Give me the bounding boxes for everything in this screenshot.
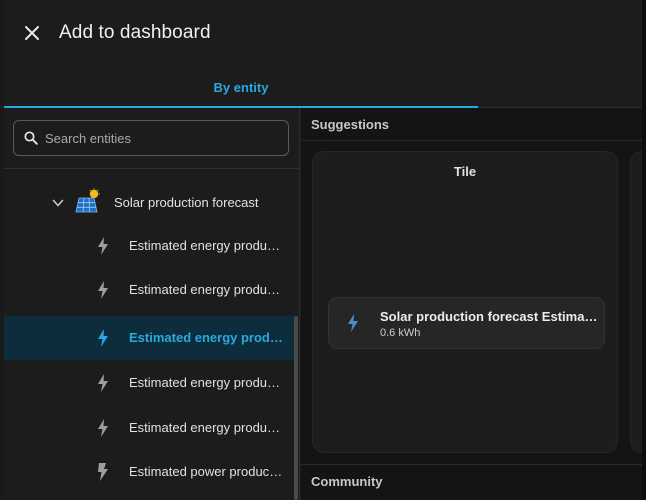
chevron-down-icon[interactable] — [51, 196, 65, 210]
search-input[interactable] — [45, 130, 275, 146]
search-box[interactable] — [13, 120, 289, 156]
entity-label: Estimated power production — [129, 464, 285, 479]
entity-label: Estimated energy production — [129, 375, 285, 390]
entity-label: Estimated energy production — [129, 330, 285, 345]
entity-label: Estimated energy production — [129, 282, 285, 297]
suggestions-title: Suggestions — [311, 117, 390, 132]
suggestion-card-partial[interactable] — [630, 151, 642, 453]
suggestions-pane: Suggestions Tile Solar production foreca… — [301, 108, 642, 500]
scrollbar[interactable] — [294, 316, 298, 500]
close-button[interactable] — [18, 19, 46, 47]
lightning-bolt-icon — [98, 374, 108, 392]
entity-row[interactable]: Estimated power production — [4, 450, 294, 494]
divider — [4, 168, 299, 169]
entity-label: Estimated energy production — [129, 238, 285, 253]
divider — [301, 464, 642, 465]
entity-picker-pane: Solar production forecast Estimated ener… — [4, 108, 300, 500]
lightning-bolt-icon — [98, 237, 108, 255]
add-to-dashboard-dialog: Add to dashboard By entity Search entiti… — [4, 0, 642, 500]
community-title: Community — [311, 474, 383, 489]
search-icon — [24, 131, 38, 145]
backdrop-right — [642, 0, 646, 500]
flash-icon — [98, 463, 108, 481]
lightning-bolt-icon — [98, 419, 108, 437]
entity-row-selected[interactable]: Estimated energy production — [4, 316, 294, 360]
entity-row[interactable]: Estimated energy production — [4, 361, 294, 405]
dialog-title: Add to dashboard — [59, 22, 211, 43]
entity-row[interactable]: Estimated energy production — [4, 224, 294, 268]
dialog-header: Add to dashboard — [4, 0, 642, 66]
lightning-bolt-icon — [98, 329, 108, 347]
entity-label: Estimated energy production — [129, 420, 285, 435]
tab-bar: By entity — [4, 66, 642, 108]
card-title: Tile — [453, 164, 477, 179]
lightning-bolt-icon — [348, 314, 358, 332]
tile-preview: Solar production forecast Estimated ener… — [328, 297, 605, 349]
tile-name: Solar production forecast Estimated ener… — [380, 309, 598, 324]
suggestion-card-tile[interactable]: Tile Solar production forecast Estimated… — [312, 151, 618, 453]
entity-row[interactable]: Estimated energy production — [4, 406, 294, 450]
divider — [301, 140, 642, 141]
tab-by-entity[interactable]: By entity — [4, 66, 478, 108]
tree-group-label: Solar production forecast — [114, 195, 259, 210]
lightning-bolt-icon — [98, 281, 108, 299]
solar-panel-icon — [75, 188, 100, 213]
tile-state: 0.6 kWh — [380, 327, 421, 339]
close-icon — [25, 26, 39, 40]
tree-group-solar-production-forecast[interactable]: Solar production forecast — [4, 180, 299, 224]
entity-row[interactable]: Estimated energy production — [4, 268, 294, 312]
